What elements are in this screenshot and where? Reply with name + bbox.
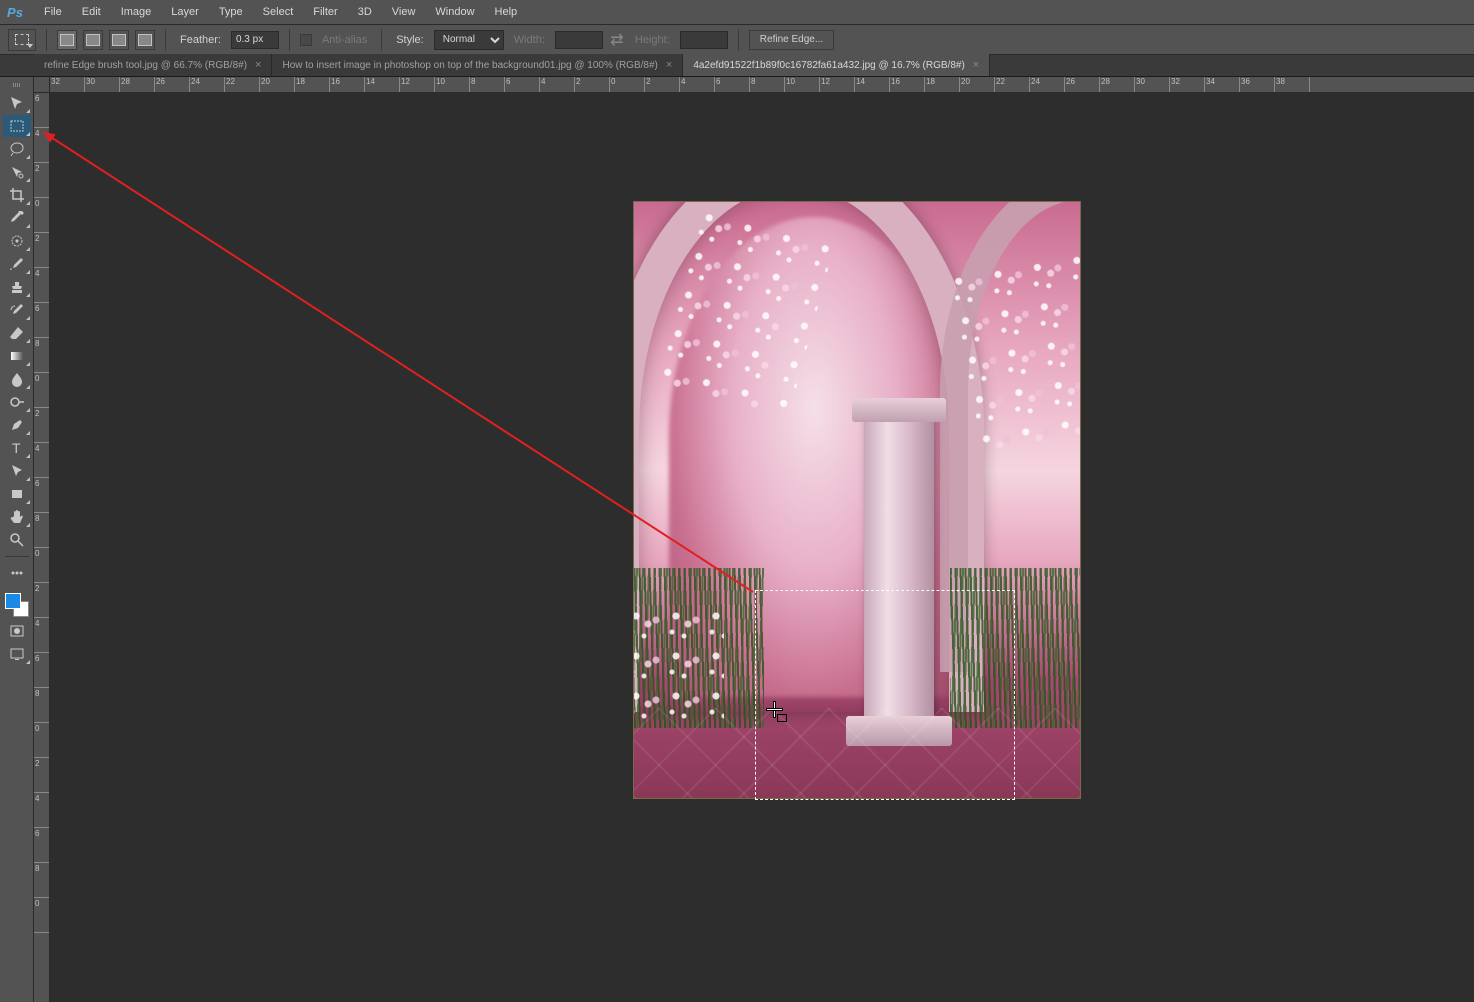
swap-dimensions-icon: ⇄ [609, 32, 625, 48]
tools-panel: T [0, 77, 34, 1002]
tab-doc-2[interactable]: How to insert image in photoshop on top … [272, 54, 683, 76]
tab-doc-3[interactable]: 4a2efd91522f1b89f0c16782fa61a432.jpg @ 1… [683, 54, 990, 76]
dodge-tool[interactable] [3, 391, 31, 413]
foreground-color[interactable] [5, 593, 21, 609]
height-input [680, 31, 728, 49]
selection-mode-subtract[interactable] [109, 30, 129, 50]
marquee-rect-icon [15, 34, 29, 45]
hand-tool[interactable] [3, 506, 31, 528]
pen-tool[interactable] [3, 414, 31, 436]
gradient-tool[interactable] [3, 345, 31, 367]
document-tabs: refine Edge brush tool.jpg @ 66.7% (RGB/… [0, 55, 1474, 77]
menu-help[interactable]: Help [485, 2, 528, 22]
menu-3d[interactable]: 3D [348, 2, 382, 22]
menu-view[interactable]: View [382, 2, 426, 22]
canvas-area[interactable] [50, 93, 1474, 1002]
menu-edit[interactable]: Edit [72, 2, 111, 22]
brush-tool[interactable] [3, 253, 31, 275]
document-canvas[interactable] [633, 201, 1081, 799]
image-content [634, 202, 1080, 798]
lasso-tool[interactable] [3, 138, 31, 160]
history-brush-tool[interactable] [3, 299, 31, 321]
zoom-tool[interactable] [3, 529, 31, 551]
selection-mode-intersect[interactable] [135, 30, 155, 50]
svg-text:T: T [12, 440, 21, 456]
close-icon[interactable]: × [973, 59, 979, 71]
menu-window[interactable]: Window [425, 2, 484, 22]
feather-label: Feather: [180, 34, 221, 46]
app-logo: Ps [4, 3, 26, 21]
close-icon[interactable]: × [255, 59, 261, 71]
width-label: Width: [514, 34, 545, 46]
marquee-tool[interactable] [3, 115, 31, 137]
crop-tool[interactable] [3, 184, 31, 206]
tab-title: refine Edge brush tool.jpg @ 66.7% (RGB/… [44, 60, 247, 71]
antialias-label: Anti-alias [322, 34, 367, 46]
quick-mask-toggle[interactable] [3, 620, 31, 642]
menu-file[interactable]: File [34, 2, 72, 22]
healing-brush-tool[interactable] [3, 230, 31, 252]
blur-tool[interactable] [3, 368, 31, 390]
ruler-horizontal[interactable]: 3230282624222018161412108642024681012141… [34, 77, 1474, 93]
menu-image[interactable]: Image [111, 2, 162, 22]
selection-mode-new[interactable] [57, 30, 77, 50]
antialias-checkbox [300, 34, 312, 46]
screen-mode-toggle[interactable] [3, 643, 31, 665]
eyedropper-tool[interactable] [3, 207, 31, 229]
refine-edge-button[interactable]: Refine Edge... [749, 30, 834, 50]
feather-input[interactable] [231, 31, 279, 49]
menu-filter[interactable]: Filter [303, 2, 347, 22]
shape-tool[interactable] [3, 483, 31, 505]
selection-mode-add[interactable] [83, 30, 103, 50]
menu-bar: Ps File Edit Image Layer Type Select Fil… [0, 0, 1474, 25]
menu-layer[interactable]: Layer [161, 2, 209, 22]
move-tool[interactable] [3, 92, 31, 114]
clone-stamp-tool[interactable] [3, 276, 31, 298]
panel-grip[interactable] [2, 83, 32, 89]
tab-title: 4a2efd91522f1b89f0c16782fa61a432.jpg @ 1… [693, 60, 964, 71]
style-label: Style: [396, 34, 424, 46]
width-input [555, 31, 603, 49]
tab-title: How to insert image in photoshop on top … [282, 60, 657, 71]
color-swatches[interactable] [3, 591, 31, 619]
height-label: Height: [635, 34, 670, 46]
options-bar: Feather: Anti-alias Style: Normal Width:… [0, 25, 1474, 55]
quick-selection-tool[interactable] [3, 161, 31, 183]
tool-preset-picker[interactable] [8, 29, 36, 51]
edit-toolbar[interactable] [3, 562, 31, 584]
close-icon[interactable]: × [666, 59, 672, 71]
type-tool[interactable]: T [3, 437, 31, 459]
tab-doc-1[interactable]: refine Edge brush tool.jpg @ 66.7% (RGB/… [34, 54, 272, 76]
menu-select[interactable]: Select [253, 2, 304, 22]
ruler-vertical[interactable]: 642024680246802468024680 [34, 93, 50, 1002]
path-selection-tool[interactable] [3, 460, 31, 482]
eraser-tool[interactable] [3, 322, 31, 344]
menu-type[interactable]: Type [209, 2, 253, 22]
style-select[interactable]: Normal [434, 30, 504, 50]
